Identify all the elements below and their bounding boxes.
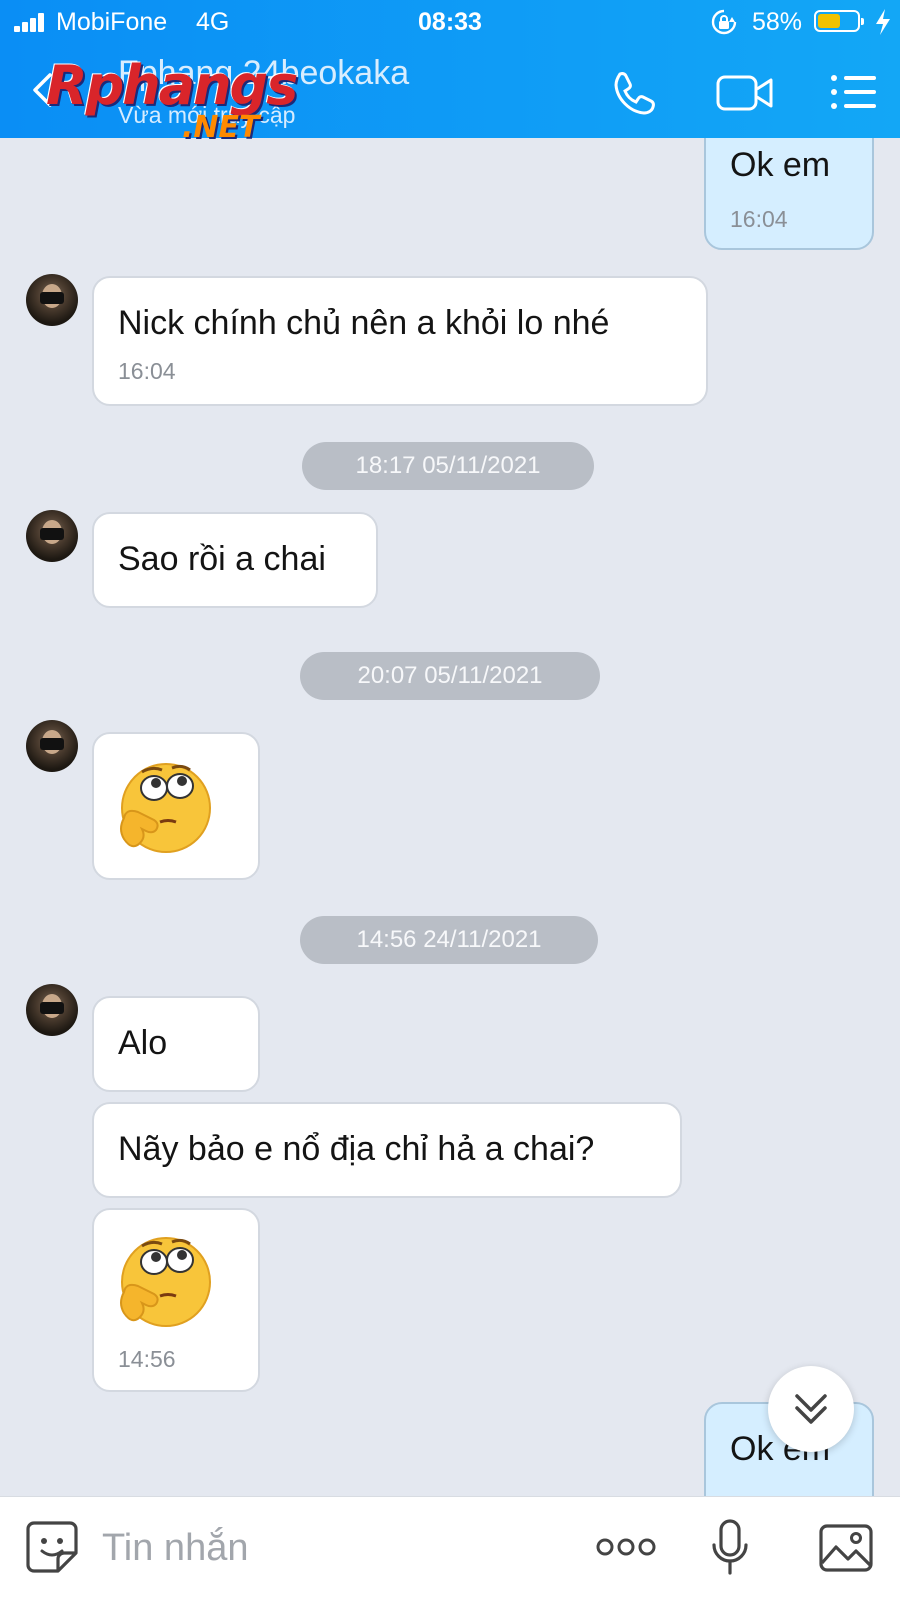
message-text: Alo [118,1024,168,1062]
message-input[interactable] [100,1517,544,1579]
image-gallery-icon[interactable] [818,1523,874,1573]
scroll-to-bottom-button[interactable] [768,1366,854,1452]
date-separator: 20:07 05/11/2021 [300,652,600,700]
avatar[interactable] [26,510,78,562]
message-time: 14:56 [118,1346,176,1372]
composer-bar [0,1496,900,1601]
avatar[interactable] [26,720,78,772]
message-bubble-incoming[interactable]: Alo [92,996,260,1092]
phone-call-icon[interactable] [610,70,656,116]
date-separator: 14:56 24/11/2021 [300,916,598,964]
more-options-icon[interactable] [596,1535,656,1559]
message-text: Nick chính chủ nên a khỏi lo nhé [118,304,610,342]
sticker-icon[interactable] [24,1519,80,1575]
microphone-icon[interactable] [710,1519,750,1577]
message-bubble-incoming[interactable]: Nick chính chủ nên a khỏi lo nhé 16:04 [92,276,708,406]
thinking-face-icon [116,756,216,856]
watermark-text: Rphangs [46,54,298,117]
message-bubble-outgoing[interactable]: Ok em 16:04 [704,138,874,250]
double-chevron-down-icon [795,1394,827,1424]
status-bar: MobiFone 4G 08:33 58% [0,0,900,44]
date-separator: 18:17 05/11/2021 [302,442,594,490]
top-bar: MobiFone 4G 08:33 58% Fphang.24beokaka V… [0,0,900,145]
charging-icon [876,9,890,35]
avatar[interactable] [26,984,78,1036]
message-bubble-incoming[interactable]: Nãy bảo e nổ địa chỉ hả a chai? [92,1102,682,1198]
message-text: Nãy bảo e nổ địa chỉ hả a chai? [118,1130,595,1168]
battery-percent: 58% [752,8,803,36]
message-text: Sao rồi a chai [118,540,326,578]
message-time: 16:04 [730,206,788,232]
sticker-bubble[interactable]: 14:56 [92,1208,260,1392]
rotation-lock-icon [711,9,737,35]
message-text: Ok em [730,146,831,184]
menu-list-icon[interactable] [830,74,876,110]
sticker-bubble[interactable] [92,732,260,880]
message-time: 16:04 [118,358,176,384]
battery-icon [814,10,864,32]
thinking-face-icon [116,1230,216,1330]
message-list[interactable]: Ok em 16:04 Nick chính chủ nên a khỏi lo… [0,138,900,1496]
video-call-icon[interactable] [716,74,774,112]
avatar[interactable] [26,274,78,326]
message-bubble-incoming[interactable]: Sao rồi a chai [92,512,378,608]
